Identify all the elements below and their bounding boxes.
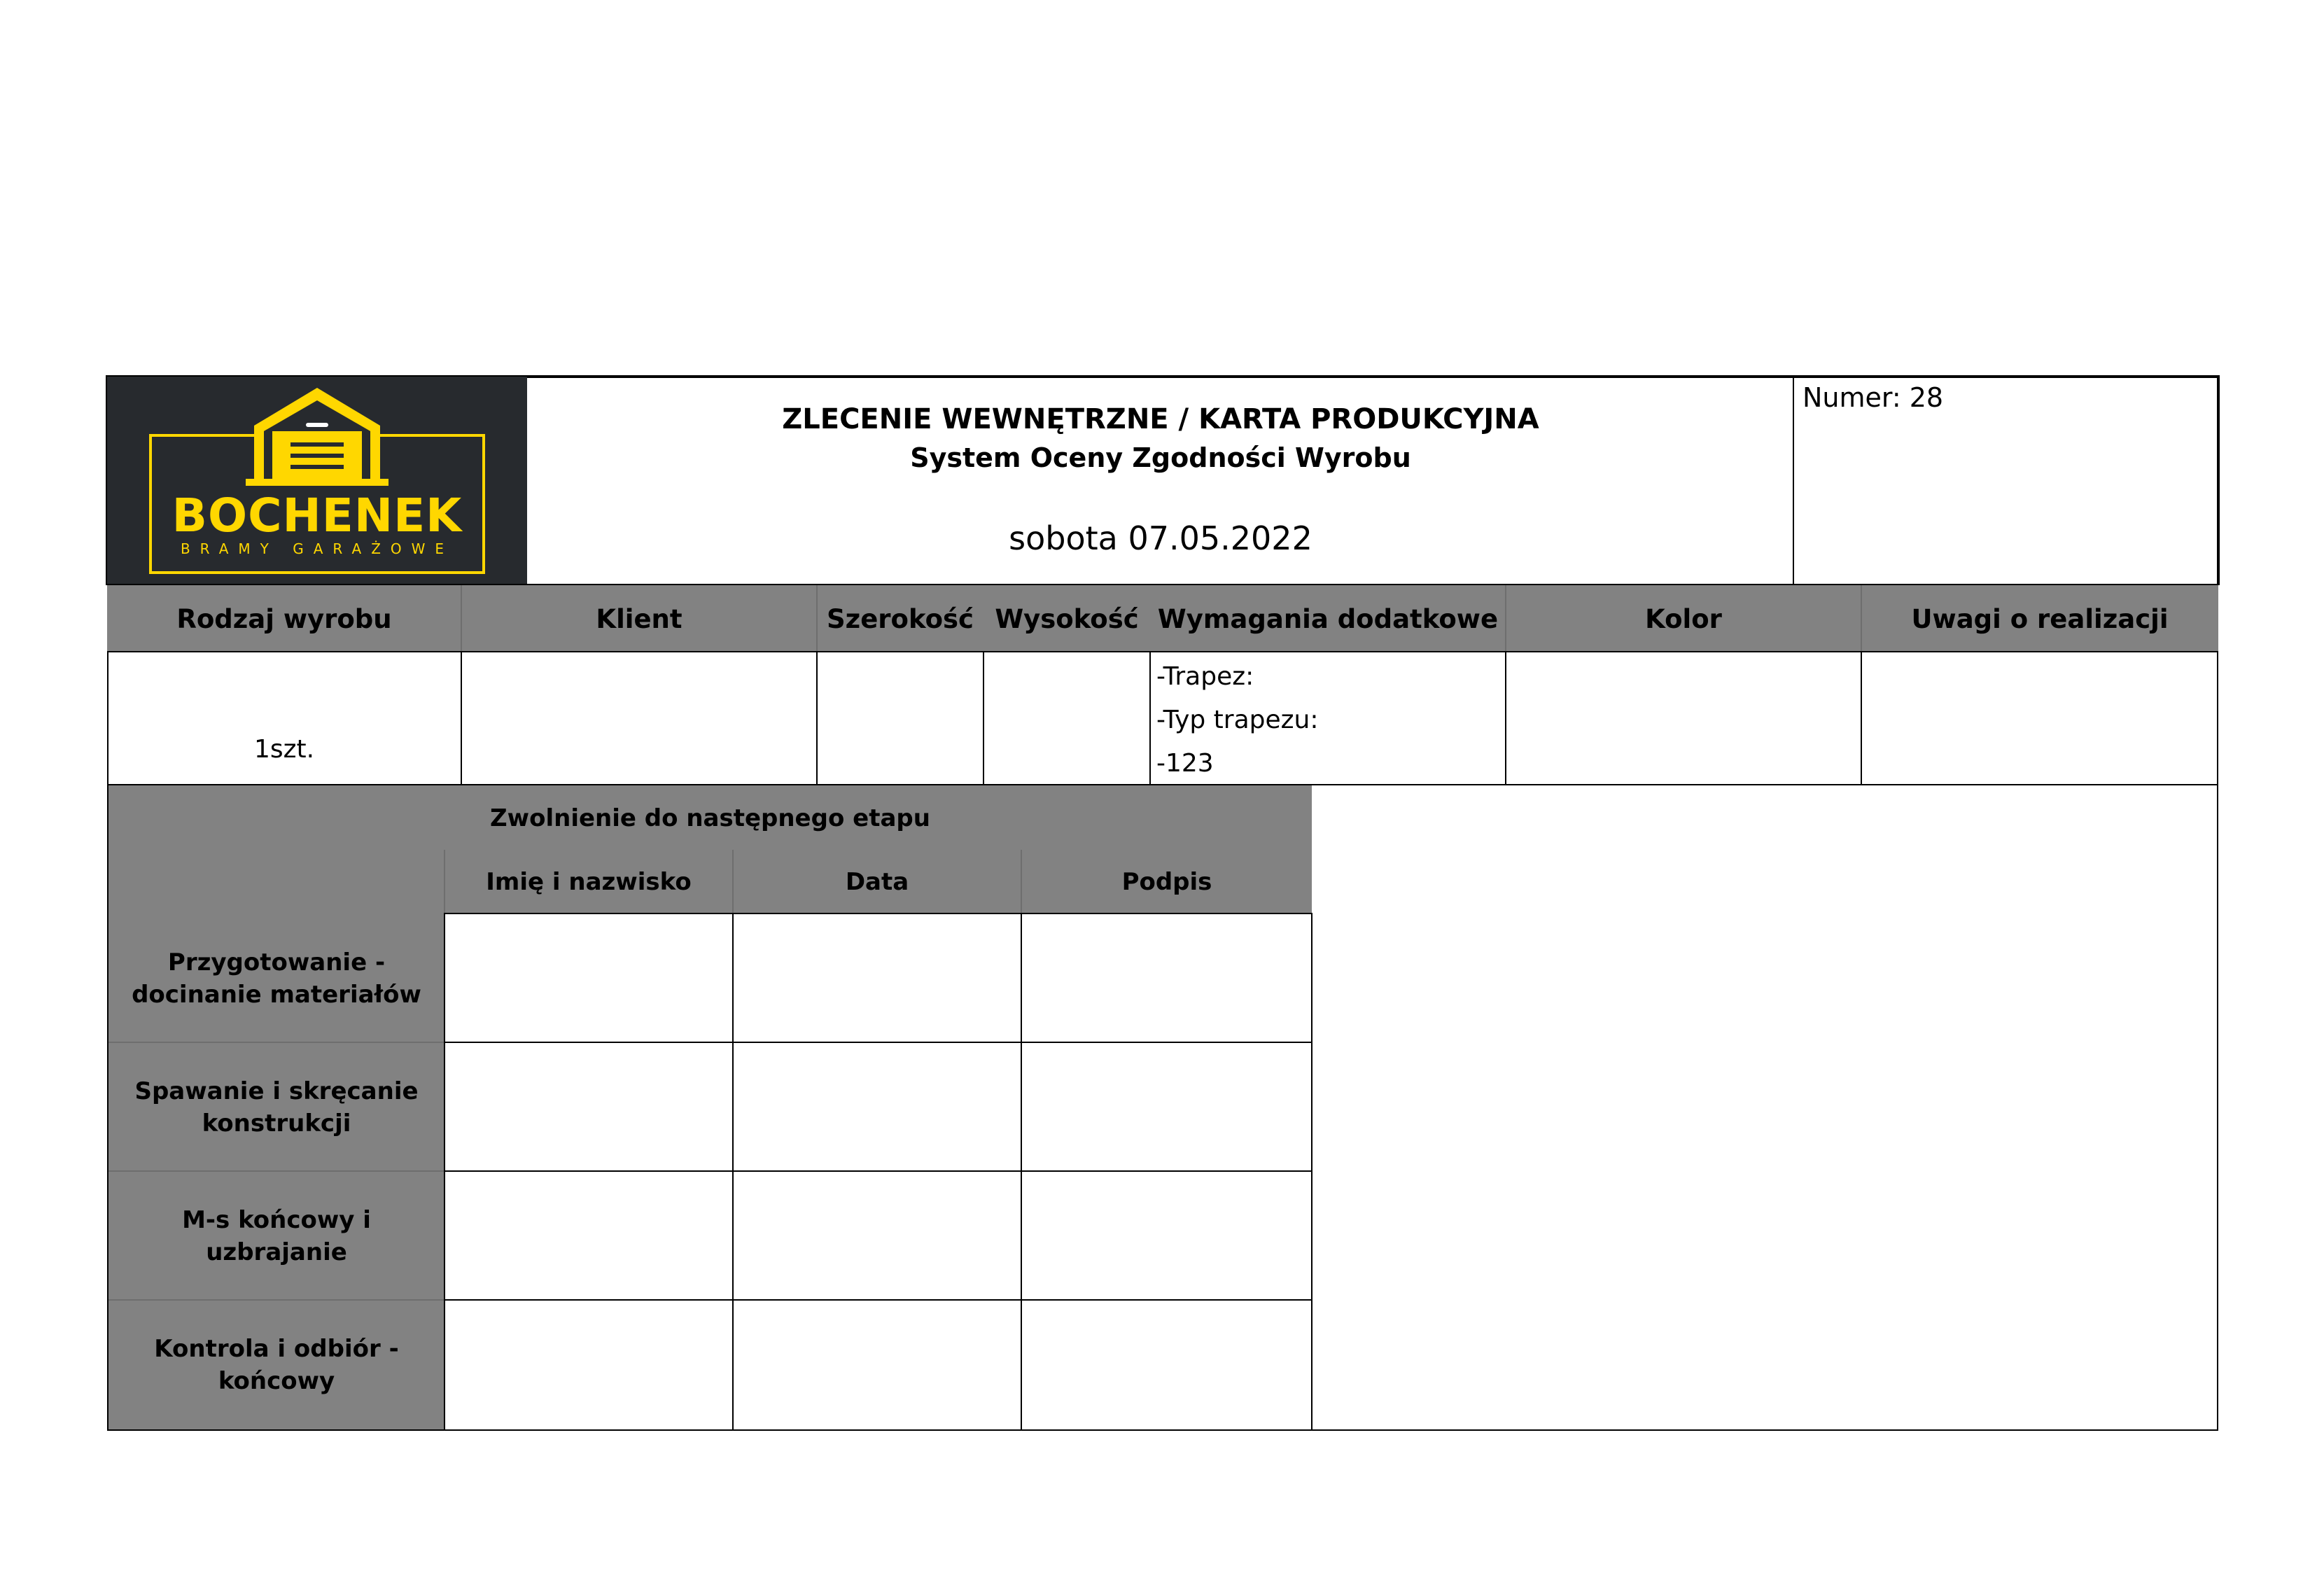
stage-date-field[interactable] (734, 1043, 1021, 1170)
col-header-width: Szerokość (827, 603, 974, 634)
document-subtitle: System Oceny Zgodności Wyrobu (910, 442, 1411, 473)
requirement-line: -Typ trapezu: (1156, 706, 1319, 734)
col-header-date: Data (845, 868, 909, 896)
requirement-line: -Trapez: (1156, 662, 1254, 691)
stage-name-field[interactable] (445, 1172, 732, 1299)
document-title: ZLECENIE WEWNĘTRZNE / KARTA PRODUKCYJNA (782, 403, 1539, 435)
col-header-client: Klient (596, 603, 682, 634)
release-table-title: Zwolnienie do następnego etapu (490, 804, 930, 832)
logo-brand: BOCHENEK (172, 489, 463, 542)
col-header-signature: Podpis (1121, 868, 1212, 896)
col-header-color: Kolor (1645, 603, 1722, 634)
col-header-notes: Uwagi o realizacji (1911, 603, 2169, 634)
stage-date-field[interactable] (734, 914, 1021, 1042)
stage-label: Przygotowanie - docinanie materiałów (132, 948, 421, 1009)
logo-panel: BOCHENEK BRAMY GARAŻOWE (107, 377, 527, 585)
title-area: ZLECENIE WEWNĘTRZNE / KARTA PRODUKCYJNA … (527, 377, 1794, 585)
stage-signature-field[interactable] (1022, 1301, 1311, 1429)
stage-name-field[interactable] (445, 1043, 732, 1170)
cell-product-type: 1szt. (253, 735, 315, 764)
col-header-product-type: Rodzaj wyrobu (176, 603, 392, 634)
col-header-name: Imię i nazwisko (486, 868, 692, 896)
stage-signature-field[interactable] (1022, 914, 1311, 1042)
stage-name-field[interactable] (445, 914, 732, 1042)
stage-signature-field[interactable] (1022, 1172, 1311, 1299)
stage-label: Spawanie i skręcanie konstrukcji (134, 1077, 419, 1138)
stage-signature-field[interactable] (1022, 1043, 1311, 1170)
cell-requirements: -Trapez: -Typ trapezu: -123 (1156, 655, 1499, 785)
number-box: Numer: 28 (1793, 377, 2218, 585)
col-header-requirements: Wymagania dodatkowe (1157, 603, 1499, 634)
logo-tagline: BRAMY GARAŻOWE (180, 540, 454, 557)
document-date: sobota 07.05.2022 (1009, 519, 1312, 557)
col-header-height: Wysokość (995, 603, 1139, 634)
stage-date-field[interactable] (734, 1172, 1021, 1299)
stage-label: M-s końcowy i uzbrajanie (182, 1206, 371, 1266)
stage-label: Kontrola i odbiór - końcowy (154, 1335, 399, 1395)
document-number: Numer: 28 (1802, 382, 1944, 413)
stage-name-field[interactable] (445, 1301, 732, 1429)
requirement-line: -123 (1156, 749, 1214, 778)
stage-date-field[interactable] (734, 1301, 1021, 1429)
